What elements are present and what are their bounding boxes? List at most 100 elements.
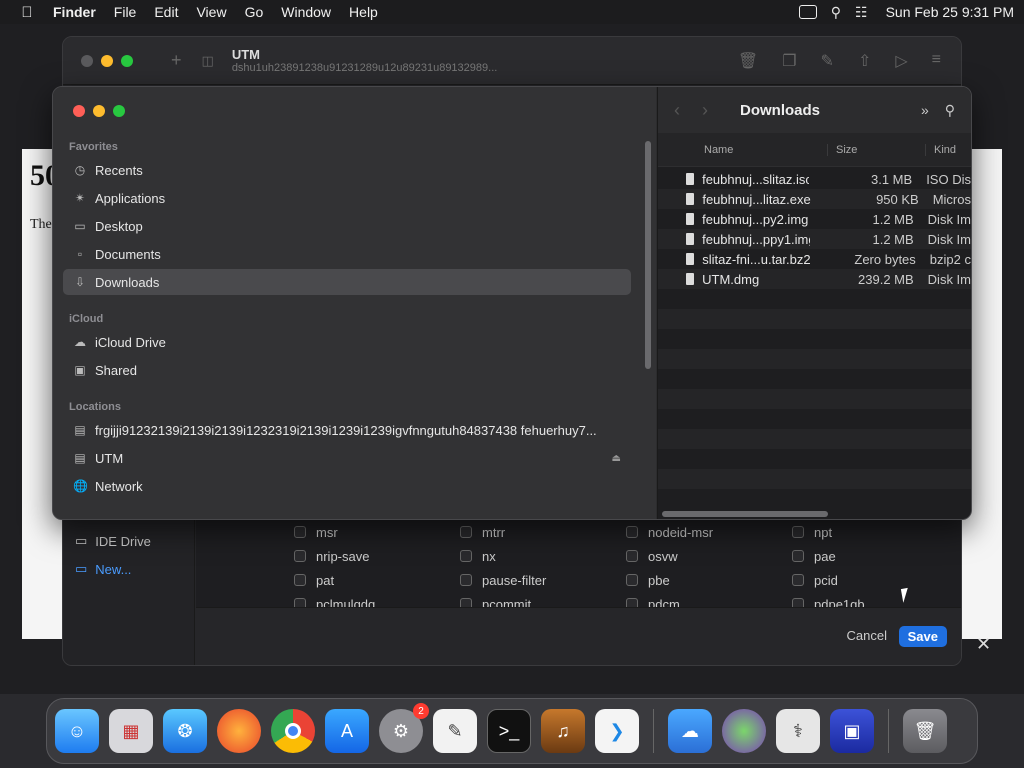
menu-edit[interactable]: Edit [145, 4, 187, 20]
edit-icon[interactable]: ✎ [821, 51, 834, 71]
firefox-icon[interactable] [217, 709, 261, 753]
checkbox-pae[interactable]: pae [792, 547, 958, 565]
file-size: 239.2 MB [858, 271, 914, 287]
sidebar-item-utm[interactable]: ▤ UTM ⏏ [63, 445, 631, 471]
checkbox-mtrr[interactable]: mtrr [460, 523, 626, 541]
checkbox-nodeid-msr[interactable]: nodeid-msr [626, 523, 792, 541]
sidebar-item-documents[interactable]: ▫ Documents [63, 241, 631, 267]
utm-minimize-button[interactable] [101, 54, 113, 67]
utm-zoom-button[interactable] [121, 54, 133, 67]
checkbox-npt[interactable]: npt [792, 523, 958, 541]
utm-close-button[interactable] [81, 54, 93, 67]
menu-finder[interactable]: Finder [44, 4, 105, 20]
garageband-icon[interactable]: ♫ [541, 709, 585, 753]
sidebar-item-shared[interactable]: ▣ Shared [63, 357, 631, 383]
menu-file[interactable]: File [105, 4, 146, 20]
add-icon[interactable]: + [171, 50, 182, 71]
sidebar-item-disk-long[interactable]: ▤ frgijji91232139i2139i2139i1232319i2139… [63, 417, 631, 443]
checkbox-osvw[interactable]: osvw [626, 547, 792, 565]
sidebar-item-recents[interactable]: ◷ Recents [63, 157, 631, 183]
file-row[interactable]: UTM.dmg 239.2 MB Disk Im [658, 269, 971, 289]
menu-window[interactable]: Window [272, 4, 340, 20]
file-row[interactable]: feubhnuj...litaz.exe 950 KB Micros [658, 189, 971, 209]
checkbox-nrip-save[interactable]: nrip-save [294, 547, 460, 565]
share-icon[interactable]: ⇧ [858, 51, 871, 71]
utm-icon[interactable]: ▣ [830, 709, 874, 753]
trash-icon[interactable]: 🗑 [738, 51, 758, 71]
column-kind[interactable]: Kind [926, 144, 956, 156]
checkbox-label: pause-filter [482, 572, 547, 588]
checkbox-pat[interactable]: pat [294, 571, 460, 589]
checkbox-msr[interactable]: msr [294, 523, 460, 541]
finder-minimize-button[interactable] [93, 105, 105, 117]
creative-app-icon[interactable] [722, 709, 766, 753]
sidebar-item-new[interactable]: ▭ New... [63, 555, 194, 583]
file-row[interactable]: slitaz-fni...u.tar.bz2 Zero bytes bzip2 … [658, 249, 971, 269]
sidebar-item-ide-drive[interactable]: ▭ IDE Drive [63, 527, 194, 555]
launchpad-icon[interactable]: ▦ [109, 709, 153, 753]
sidebar-item-applications[interactable]: ✴ Applications [63, 185, 631, 211]
forward-icon[interactable]: › [702, 100, 708, 121]
weather-icon[interactable]: ☁ [668, 709, 712, 753]
cloud-icon: ☁ [74, 335, 86, 349]
section-locations: Locations [69, 401, 121, 413]
clock-icon: ◷ [74, 163, 86, 177]
dock-separator [653, 709, 654, 753]
checkbox-nx[interactable]: nx [460, 547, 626, 565]
more-chevron-icon[interactable]: » [921, 102, 929, 119]
location-title[interactable]: Downloads [740, 102, 820, 119]
sidebar-item-icloud-drive[interactable]: ☁ iCloud Drive [63, 329, 631, 355]
play-icon[interactable]: ▷ [895, 51, 907, 71]
checkbox-pbe[interactable]: pbe [626, 571, 792, 589]
file-row[interactable]: feubhnuj...slitaz.iso 3.1 MB ISO Dis [658, 169, 971, 189]
control-center-icon[interactable]: ☷ [855, 4, 868, 21]
terminal-icon[interactable]: >_ [487, 709, 531, 753]
menubar-clock[interactable]: Sun Feb 25 9:31 PM [886, 4, 1014, 20]
utm-subtitle: dshu1uh23891238u91231289u12u89231u891329… [231, 62, 498, 74]
menu-help[interactable]: Help [340, 4, 387, 20]
trash-icon[interactable]: 🗑 [903, 709, 947, 753]
eject-icon[interactable]: ⏏ [612, 453, 621, 464]
column-name[interactable]: Name [658, 143, 828, 156]
finder-zoom-button[interactable] [113, 105, 125, 117]
app-store-icon[interactable]: A [325, 709, 369, 753]
menu-view[interactable]: View [187, 4, 235, 20]
sidebar-toggle-icon[interactable]: ◫ [202, 53, 214, 69]
file-list-horizontal-scrollbar[interactable] [662, 511, 828, 517]
back-icon[interactable]: ‹ [674, 100, 680, 121]
safari-icon[interactable]: ❂ [163, 709, 207, 753]
disk-utility-icon[interactable]: ⚕ [776, 709, 820, 753]
file-icon [686, 213, 695, 225]
column-size[interactable]: Size [828, 143, 926, 156]
checkbox-label: pat [316, 572, 335, 588]
sidebar-item-label: Recents [95, 162, 143, 178]
file-row[interactable]: feubhnuj...ppy1.img 1.2 MB Disk Im [658, 229, 971, 249]
checkbox-pause-filter[interactable]: pause-filter [460, 571, 626, 589]
finder-close-button[interactable] [73, 105, 85, 117]
sidebar-scrollbar[interactable] [645, 141, 651, 369]
sidebar-item-downloads[interactable]: ⇩ Downloads [63, 269, 631, 295]
screen-mirroring-icon[interactable] [798, 5, 817, 19]
finder-icon[interactable]: ☺ [55, 709, 99, 753]
chrome-icon[interactable] [271, 709, 315, 753]
mouse-pointer [900, 587, 916, 603]
file-row[interactable]: feubhnuj...py2.img 1.2 MB Disk Im [658, 209, 971, 229]
search-icon[interactable]: ⚲ [945, 102, 955, 119]
file-icon [686, 193, 695, 205]
menu-go[interactable]: Go [236, 4, 273, 20]
cancel-button[interactable]: Cancel [847, 628, 887, 643]
close-icon[interactable]: ✕ [976, 634, 991, 655]
apple-menu-icon[interactable]:  [10, 4, 44, 21]
clone-icon[interactable]: ❐ [782, 51, 796, 71]
settings-sliders-icon[interactable]: ≡ [932, 51, 941, 71]
sidebar-item-desktop[interactable]: ▭ Desktop [63, 213, 631, 239]
textedit-icon[interactable]: ✎ [433, 709, 477, 753]
spotlight-search-icon[interactable]: ⚲ [831, 4, 841, 21]
save-button[interactable]: Save [898, 626, 947, 647]
checkbox-pcid[interactable]: pcid [792, 571, 958, 589]
dock-separator [888, 709, 889, 753]
section-icloud: iCloud [69, 313, 104, 325]
vscode-icon[interactable]: ❯ [595, 709, 639, 753]
sidebar-item-network[interactable]: 🌐 Network [63, 473, 631, 499]
system-settings-icon[interactable]: ⚙ 2 [379, 703, 429, 753]
